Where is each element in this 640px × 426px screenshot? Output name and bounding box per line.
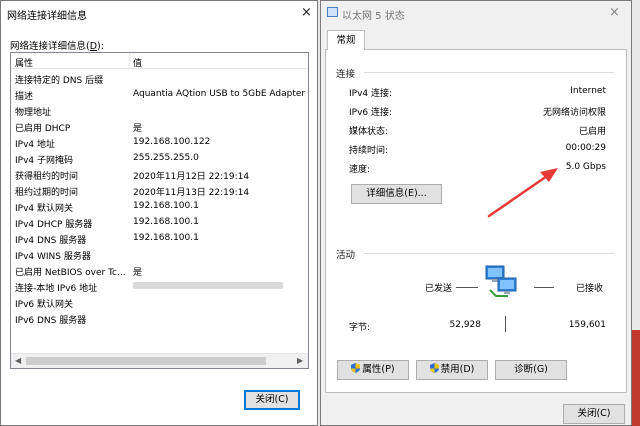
- received-label: 已接收: [576, 284, 604, 294]
- bytes-sent-value: 52,928: [449, 320, 482, 330]
- duration-value: 00:00:29: [565, 143, 606, 153]
- dialog-title: 网络连接详细信息: [7, 11, 87, 22]
- close-icon[interactable]: ×: [301, 6, 312, 19]
- annotation-arrow-icon: [487, 168, 558, 218]
- details-list[interactable]: 属性 值 连接特定的 DNS 后缀 描述 Aquantia AQtion USB …: [10, 52, 309, 369]
- table-row[interactable]: 描述 Aquantia AQtion USB to 5GbE Adapter: [11, 86, 308, 102]
- scrollbar-thumb[interactable]: [26, 357, 266, 365]
- column-header-value[interactable]: 值: [133, 56, 142, 69]
- uac-shield-icon: [429, 363, 439, 373]
- details-list-label: 网络连接详细信息(D):: [10, 41, 104, 52]
- received-line: [534, 287, 554, 288]
- media-state-label: 媒体状态:: [349, 127, 389, 137]
- table-row[interactable]: IPv6 DNS 服务器: [11, 310, 308, 326]
- uac-shield-icon: [351, 363, 361, 373]
- close-icon[interactable]: ×: [609, 6, 620, 19]
- tab-general[interactable]: 常规: [327, 30, 365, 50]
- column-divider[interactable]: [129, 53, 130, 69]
- list-header: 属性 值: [11, 53, 308, 69]
- close-button[interactable]: 关闭(C): [563, 404, 625, 424]
- table-row[interactable]: IPv4 WINS 服务器: [11, 246, 308, 262]
- table-row[interactable]: 物理地址: [11, 102, 308, 118]
- table-row[interactable]: 已启用 DHCP 是: [11, 118, 308, 134]
- connection-group-label: 连接: [336, 69, 356, 80]
- ipv6-connectivity-value: 无网络访问权限: [542, 108, 606, 118]
- table-row[interactable]: IPv4 DHCP 服务器 192.168.100.1: [11, 214, 308, 230]
- redacted-ipv6-address: [133, 282, 283, 289]
- table-row[interactable]: 已启用 NetBIOS over Tc... 是: [11, 262, 308, 278]
- sent-label: 已发送: [425, 284, 453, 294]
- column-header-property[interactable]: 属性: [15, 56, 33, 69]
- table-row[interactable]: IPv4 地址 192.168.100.122: [11, 134, 308, 150]
- speed-label: 速度:: [349, 165, 371, 175]
- activity-divider: [505, 316, 506, 332]
- desktop-wallpaper-strip: [632, 330, 640, 426]
- table-row[interactable]: IPv4 默认网关 192.168.100.1: [11, 198, 308, 214]
- dialog-title: 以太网 5 状态: [342, 11, 405, 22]
- table-row[interactable]: 租约过期的时间 2020年11月13日 22:19:14: [11, 182, 308, 198]
- group-divider: [364, 72, 614, 73]
- close-button[interactable]: 关闭(C): [244, 390, 300, 410]
- group-divider: [364, 253, 614, 254]
- network-computers-icon: [485, 265, 517, 297]
- media-state-value: 已启用: [578, 127, 606, 137]
- general-tab-panel: 连接 IPv4 连接: Internet IPv6 连接: 无网络访问权限 媒体…: [325, 49, 627, 393]
- table-row[interactable]: IPv4 DNS 服务器 192.168.100.1: [11, 230, 308, 246]
- properties-button[interactable]: 属性(P): [337, 360, 409, 380]
- table-row[interactable]: 获得租约的时间 2020年11月12日 22:19:14: [11, 166, 308, 182]
- scroll-right-icon[interactable]: ▶: [297, 356, 303, 365]
- table-row[interactable]: 连接特定的 DNS 后缀: [11, 70, 308, 86]
- table-row[interactable]: IPv6 默认网关: [11, 294, 308, 310]
- network-details-dialog: 网络连接详细信息 × 网络连接详细信息(D): 属性 值 连接特定的 DNS 后…: [0, 0, 318, 426]
- ipv6-connectivity-label: IPv6 连接:: [349, 108, 393, 118]
- ethernet-status-dialog: 以太网 5 状态 × 常规 连接 IPv4 连接: Internet IPv6 …: [320, 0, 632, 426]
- ipv4-connectivity-value: Internet: [570, 86, 606, 96]
- network-adapter-icon: [327, 7, 338, 17]
- ipv4-connectivity-label: IPv4 连接:: [349, 89, 393, 99]
- table-row[interactable]: IPv4 子网掩码 255.255.255.0: [11, 150, 308, 166]
- table-row[interactable]: 连接-本地 IPv6 地址: [11, 278, 308, 294]
- horizontal-scrollbar[interactable]: ◀ ▶: [11, 353, 308, 368]
- details-button[interactable]: 详细信息(E)...: [351, 184, 442, 204]
- diagnose-button[interactable]: 诊断(G): [495, 360, 567, 380]
- scroll-left-icon[interactable]: ◀: [15, 356, 21, 365]
- duration-label: 持续时间:: [349, 146, 389, 156]
- bytes-label: 字节:: [349, 323, 371, 333]
- sent-line: [456, 287, 478, 288]
- activity-group-label: 活动: [336, 250, 356, 261]
- disable-button[interactable]: 禁用(D): [416, 360, 488, 380]
- bytes-received-value: 159,601: [568, 320, 606, 330]
